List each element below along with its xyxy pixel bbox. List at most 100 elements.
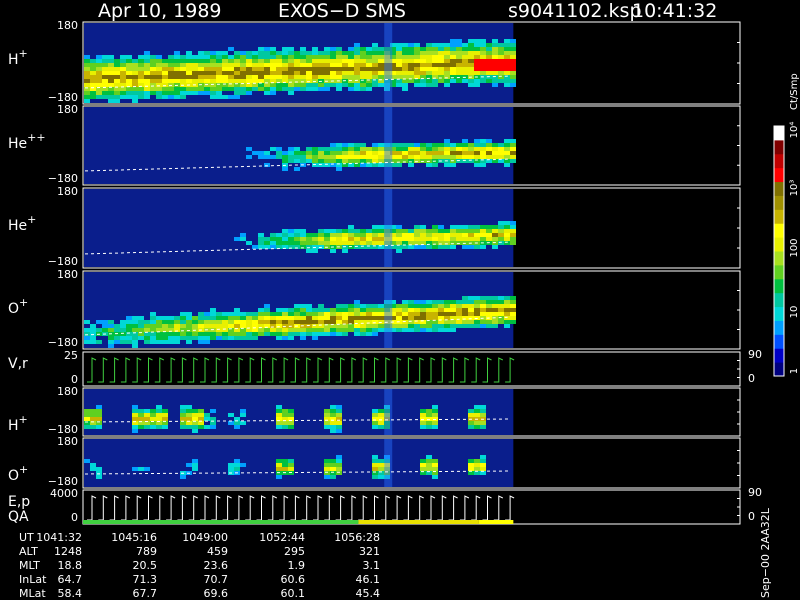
spectrogram-cell xyxy=(420,417,426,421)
spectrogram-cell xyxy=(246,332,252,336)
spectrogram-cell xyxy=(342,304,348,308)
spectrogram-cell xyxy=(360,67,366,71)
spectrogram-cell xyxy=(192,320,198,324)
spectrogram-cell xyxy=(462,151,468,155)
spectrogram-cell xyxy=(426,312,432,316)
spectrogram-cell xyxy=(480,237,486,241)
spectrogram-cell xyxy=(108,328,114,332)
spectrogram-cell xyxy=(168,332,174,336)
spectrogram-cell xyxy=(186,312,192,316)
spectrogram-cell xyxy=(120,332,126,336)
spectrogram-cell xyxy=(228,71,234,75)
spectrogram-cell xyxy=(84,417,90,421)
spectrogram-cell xyxy=(480,425,486,429)
spectrogram-cell xyxy=(294,304,300,308)
spectrogram-cell xyxy=(378,229,384,233)
spectrogram-cell xyxy=(264,312,270,316)
panel-7: O+180−180 xyxy=(8,435,741,489)
spectrogram-cell xyxy=(96,340,102,344)
spectrogram-cell xyxy=(156,63,162,67)
spectrogram-cell xyxy=(414,55,420,59)
spectrogram-cell xyxy=(348,328,354,332)
spectrogram-cell xyxy=(342,332,348,336)
spectrogram-cell xyxy=(378,459,384,463)
spectrogram-cell xyxy=(96,75,102,79)
spectrogram-cell xyxy=(354,328,360,332)
spectrogram-cell xyxy=(186,340,192,344)
spectrogram-cell xyxy=(444,139,450,143)
spectrogram-cell xyxy=(228,312,234,316)
spectrogram-cell xyxy=(396,71,402,75)
spectrogram-cell xyxy=(312,332,318,336)
spectrogram-cell xyxy=(444,245,450,249)
spectrogram-cell xyxy=(468,324,474,328)
spectrogram-cell xyxy=(330,463,336,467)
spectrogram-cell xyxy=(90,67,96,71)
spectrogram-cell xyxy=(336,308,342,312)
spectrogram-cell xyxy=(324,237,330,241)
spectrogram-cell xyxy=(186,328,192,332)
spectrogram-cell xyxy=(204,59,210,63)
spectrogram-cell xyxy=(342,155,348,159)
spectrogram-cell xyxy=(270,71,276,75)
spectrogram-cell xyxy=(240,51,246,55)
spectrogram-cell xyxy=(474,229,480,233)
spectrogram-cell xyxy=(450,237,456,241)
spectrogram-cell xyxy=(426,324,432,328)
spectrogram-cell xyxy=(162,409,168,413)
spectrogram-cell xyxy=(180,75,186,79)
spectrogram-cell xyxy=(396,155,402,159)
spectrogram-cell xyxy=(318,151,324,155)
spectrogram-cell xyxy=(252,75,258,79)
spectrogram-cell xyxy=(300,336,306,340)
spectrogram-cell xyxy=(288,147,294,151)
spectrogram-cell xyxy=(354,83,360,87)
spectrogram-cell xyxy=(474,51,480,55)
spectrogram-cell xyxy=(96,475,102,479)
spectrogram-cell xyxy=(408,233,414,237)
spectrogram-cell xyxy=(192,463,198,467)
spectrogram-cell xyxy=(312,245,318,249)
spectrogram-cell xyxy=(510,159,516,163)
spectrogram-cell xyxy=(432,55,438,59)
spectrogram-cell xyxy=(258,83,264,87)
spectrogram-cell xyxy=(186,55,192,59)
spectrogram-cell xyxy=(402,328,408,332)
trace-segment xyxy=(267,495,278,521)
spectrogram-cell xyxy=(474,409,480,413)
spectrogram-cell xyxy=(426,413,432,417)
spectrogram-cell xyxy=(204,87,210,91)
spectrogram-cell xyxy=(408,300,414,304)
spectrogram-cell xyxy=(282,167,288,171)
spectrogram-cell xyxy=(318,83,324,87)
spectrogram-cell xyxy=(348,143,354,147)
spectrogram-cell xyxy=(276,312,282,316)
spectrogram-cell xyxy=(498,300,504,304)
spectrogram-cell xyxy=(192,425,198,429)
spectrogram-cell xyxy=(492,43,498,47)
spectrogram-cell xyxy=(414,59,420,63)
spectrogram-cell xyxy=(168,71,174,75)
spectrogram-cell xyxy=(492,151,498,155)
spectrogram-cell xyxy=(174,55,180,59)
spectrogram-cell xyxy=(438,308,444,312)
spectrogram-cell xyxy=(462,155,468,159)
spectrogram-cell xyxy=(228,316,234,320)
spectrogram-cell xyxy=(432,51,438,55)
spectrogram-cell xyxy=(378,304,384,308)
spectrogram-cell xyxy=(96,328,102,332)
spectrogram-cell xyxy=(462,139,468,143)
trace-segment xyxy=(109,357,119,383)
spectrogram-cell xyxy=(456,67,462,71)
spectrogram-cell xyxy=(300,71,306,75)
spectrogram-cell xyxy=(336,316,342,320)
spectrogram-cell xyxy=(282,237,288,241)
spectrogram-cell xyxy=(330,51,336,55)
spectrogram-cell xyxy=(444,155,450,159)
spectrogram-cell xyxy=(228,324,234,328)
spectrogram-cell xyxy=(132,71,138,75)
spectrogram-cell xyxy=(486,324,492,328)
spectrogram-cell xyxy=(432,143,438,147)
spectrogram-cell xyxy=(294,159,300,163)
spectrogram-cell xyxy=(102,324,108,328)
